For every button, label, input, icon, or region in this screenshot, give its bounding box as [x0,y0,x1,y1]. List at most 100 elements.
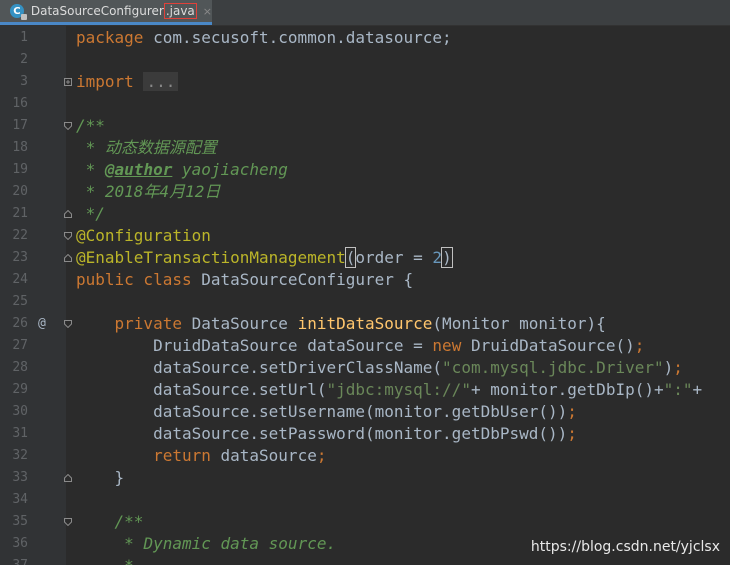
code-text: DruidDataSource dataSource = new DruidDa… [76,335,644,357]
line-number: 28 [12,360,28,375]
line-number: 19 [12,162,28,177]
code-text: dataSource.setPassword(monitor.getDbPswd… [76,423,577,445]
line-number: 23 [12,250,28,265]
code-editor[interactable]: 1 package com.secusoft.common.datasource;… [0,25,730,565]
code-token: ( [344,247,357,268]
line-number: 31 [12,426,28,441]
fold-expand-icon[interactable] [64,78,72,86]
close-tab-icon[interactable]: × [203,5,212,18]
code-text: dataSource.setUrl("jdbc:mysql://"+ monit… [76,379,702,401]
fold-collapse-icon[interactable] [64,232,72,240]
code-token: * 动态数据源配置 [76,138,217,157]
code-token: * 2018年4月12日 [76,182,221,201]
code-token: * Dynamic data source. [124,534,337,553]
code-line: 32 return dataSource; [0,445,730,467]
code-token: order = [355,248,433,267]
watermark: https://blog.csdn.net/yjclsx [530,539,720,555]
code-token: import [76,72,144,91]
line-number: 18 [12,140,28,155]
line-number: 2 [20,52,28,67]
code-line: 33 } [0,467,730,489]
line-number: 30 [12,404,28,419]
code-line: 23 @EnableTransactionManagement(order = 2… [0,247,730,269]
fold-collapse-icon[interactable] [64,518,72,526]
code-line: 28 dataSource.setDriverClassName("com.my… [0,357,730,379]
code-text: */ [76,203,105,225]
code-line: 1 package com.secusoft.common.datasource; [0,27,730,49]
code-token: dataSource [220,446,317,465]
code-token: */ [76,204,105,223]
code-text: * 动态数据源配置 [76,137,217,159]
code-token: DruidDataSource() [470,336,635,355]
line-number: 33 [12,470,28,485]
code-token: 2 [432,248,443,267]
code-text: * @author yaojiacheng [76,159,288,181]
code-token: package [76,28,154,47]
code-token: ; [567,402,577,421]
code-line: 18 * 动态数据源配置 [0,137,730,159]
editor-tab-datasourceconfigurer[interactable]: C DataSourceConfigurer .java × [0,0,212,25]
tab-file-extension: .java [163,3,197,19]
code-text: @Configuration [76,225,211,247]
code-token: ; [673,358,683,377]
code-token: DataSourceConfigurer { [201,270,414,289]
line-number: 17 [12,118,28,133]
code-token: dataSource.setDriverClassName( [76,358,443,377]
code-line: 30 dataSource.setUsername(monitor.getDbU… [0,401,730,423]
code-token: private [114,314,192,333]
line-number: 27 [12,338,28,353]
code-text: * 2018年4月12日 [76,181,221,203]
code-line: 26 @ private DataSource initDataSource(Mo… [0,313,730,335]
code-token: DataSource [191,314,298,333]
code-text: * [76,555,134,565]
code-line: 3 import ... [0,71,730,93]
fold-collapse-icon[interactable] [64,474,72,482]
code-text: /** [76,115,105,137]
code-line: 35 /** [0,511,730,533]
line-number: 1 [20,30,28,45]
fold-collapse-icon[interactable] [64,122,72,130]
code-token: ; [567,424,577,443]
code-token: @Configuration [76,226,211,245]
code-token: new [432,336,471,355]
code-token: "com.mysql.jdbc.Driver" [442,358,664,377]
code-line: 17 /** [0,115,730,137]
code-line: 37 * [0,555,730,565]
code-text: dataSource.setDriverClassName("com.mysql… [76,357,683,379]
java-class-icon: C [10,4,27,20]
code-line: 19 * @author yaojiacheng [0,159,730,181]
editor-tab-bar: C DataSourceConfigurer .java × [0,0,730,26]
line-number: 21 [12,206,28,221]
code-token: dataSource.setPassword(monitor.getDbPswd… [76,424,568,443]
fold-collapse-icon[interactable] [64,210,72,218]
code-line: 34 [0,489,730,511]
code-line: 22 @Configuration [0,225,730,247]
code-token: initDataSource [297,314,433,333]
code-token: /** [76,116,105,135]
code-token: DruidDataSource dataSource = [76,336,433,355]
code-token: ; [316,446,327,465]
code-text: } [76,467,125,489]
fold-collapse-icon[interactable] [64,254,72,262]
code-token: + [692,380,703,399]
tab-file-name: DataSourceConfigurer .java [30,3,197,19]
code-token: @EnableTransactionManagement [76,248,346,267]
code-text: /** [76,511,144,533]
fold-collapse-icon[interactable] [64,320,72,328]
code-token: ; [634,336,645,355]
code-token: dataSource.setUrl( [76,380,327,399]
override-marker-icon[interactable]: @ [38,313,46,335]
code-line: 21 */ [0,203,730,225]
code-line: 31 dataSource.setPassword(monitor.getDbP… [0,423,730,445]
code-text: @EnableTransactionManagement(order = 2) [76,247,453,269]
code-token: + monitor.getDbIp()+ [470,380,664,399]
line-number: 25 [12,294,28,309]
code-token: @author [104,160,173,179]
line-number: 16 [12,96,28,111]
code-token: dataSource.setUsername(monitor.getDbUser… [76,402,568,421]
code-line: 25 [0,291,730,313]
